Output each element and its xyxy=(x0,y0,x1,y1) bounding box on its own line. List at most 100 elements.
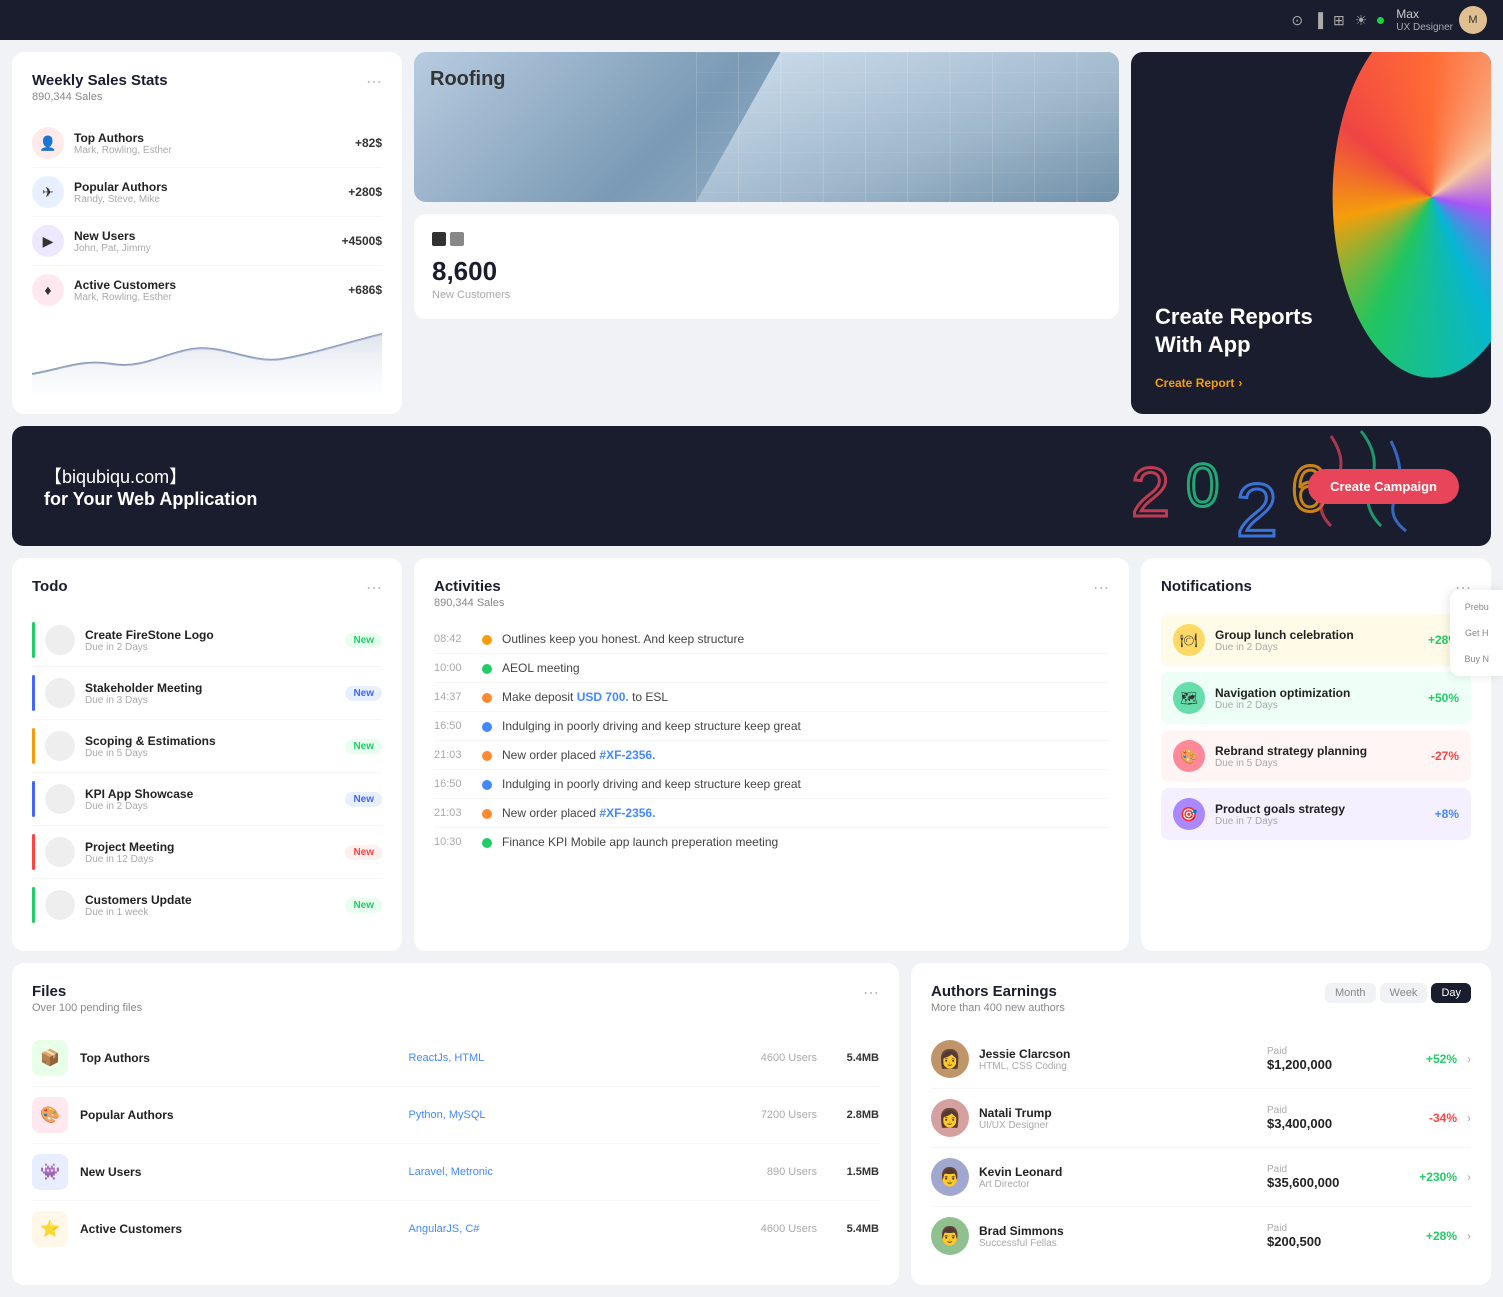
activity-dot xyxy=(482,838,492,848)
file-icon-active: ⭐ xyxy=(32,1211,68,1247)
todo-list: Create FireStone Logo Due in 2 Days New … xyxy=(32,614,382,931)
activities-title-group: Activities 890,344 Sales xyxy=(434,578,504,609)
activity-link[interactable]: #XF-2356. xyxy=(599,806,655,820)
grid-icon[interactable]: ⊞ xyxy=(1333,12,1345,29)
notif-value-product: +8% xyxy=(1435,807,1459,821)
new-customers-label: New Customers xyxy=(432,289,1101,301)
create-campaign-button[interactable]: Create Campaign xyxy=(1308,469,1459,504)
todo-badge: New xyxy=(345,686,382,701)
notif-info-navigation: Navigation optimization Due in 2 Days xyxy=(1215,686,1418,711)
activity-item: 10:30 Finance KPI Mobile app launch prep… xyxy=(434,828,1109,856)
todo-item-firestone: Create FireStone Logo Due in 2 Days New xyxy=(32,614,382,667)
activities-subtitle: 890,344 Sales xyxy=(434,597,504,609)
nc-color-blocks xyxy=(432,232,1101,246)
period-day-button[interactable]: Day xyxy=(1431,983,1471,1003)
new-users-name: New Users xyxy=(74,229,332,243)
todo-avatar xyxy=(45,890,75,920)
popular-authors-name: Popular Authors xyxy=(74,180,338,194)
todo-card: Todo ⋯ Create FireStone Logo Due in 2 Da… xyxy=(12,558,402,951)
active-customers-icon: ♦ xyxy=(32,274,64,306)
notif-info-lunch: Group lunch celebration Due in 2 Days xyxy=(1215,628,1418,653)
period-buttons: Month Week Day xyxy=(1325,983,1471,1003)
author-arrow-natali[interactable]: › xyxy=(1467,1111,1471,1125)
user-profile[interactable]: Max UX Designer M xyxy=(1396,6,1487,34)
authors-list: 👩 Jessie Clarcson HTML, CSS Coding Paid … xyxy=(931,1030,1471,1265)
todo-options-icon[interactable]: ⋯ xyxy=(366,578,382,598)
todo-badge: New xyxy=(345,792,382,807)
activity-link[interactable]: #XF-2356. xyxy=(599,748,655,762)
search-icon[interactable]: ⊙ xyxy=(1291,12,1303,29)
todo-avatar xyxy=(45,625,75,655)
sales-subtitle: 890,344 Sales xyxy=(32,91,168,103)
top-authors-value: +82$ xyxy=(355,136,382,150)
author-avatar-kevin: 👨 xyxy=(931,1158,969,1196)
files-list: 📦 Top Authors ReactJs, HTML 4600 Users 5… xyxy=(32,1030,879,1257)
todo-header: Todo ⋯ xyxy=(32,578,382,598)
sales-chart xyxy=(32,314,382,394)
side-panel-item-buyn[interactable]: Buy N xyxy=(1460,650,1493,668)
file-row-active-customers: ⭐ Active Customers AngularJS, C# 4600 Us… xyxy=(32,1201,879,1257)
active-customers-sub: Mark, Rowling, Esther xyxy=(74,292,338,303)
authors-title-group: Authors Earnings More than 400 new autho… xyxy=(931,983,1065,1014)
period-week-button[interactable]: Week xyxy=(1380,983,1428,1003)
author-row-kevin: 👨 Kevin Leonard Art Director Paid $35,60… xyxy=(931,1148,1471,1207)
notification-item-lunch: 🍽 Group lunch celebration Due in 2 Days … xyxy=(1161,614,1471,666)
todo-stripe xyxy=(32,834,35,870)
activity-item: 10:00 AEOL meeting xyxy=(434,654,1109,683)
author-arrow-kevin[interactable]: › xyxy=(1467,1170,1471,1184)
popular-authors-sub: Randy, Steve, Mike xyxy=(74,194,338,205)
todo-info: Stakeholder Meeting Due in 3 Days xyxy=(85,681,335,706)
activities-options-icon[interactable]: ⋯ xyxy=(1093,578,1109,598)
activity-dot xyxy=(482,809,492,819)
author-arrow-brad[interactable]: › xyxy=(1467,1229,1471,1243)
user-role: UX Designer xyxy=(1396,22,1453,33)
todo-avatar xyxy=(45,731,75,761)
avatar[interactable]: M xyxy=(1459,6,1487,34)
roofing-title: Roofing xyxy=(430,68,506,91)
todo-item-customers: Customers Update Due in 1 week New xyxy=(32,879,382,931)
author-row-jessie: 👩 Jessie Clarcson HTML, CSS Coding Paid … xyxy=(931,1030,1471,1089)
file-row-top-authors: 📦 Top Authors ReactJs, HTML 4600 Users 5… xyxy=(32,1030,879,1087)
new-users-info: New Users John, Pat, Jimmy xyxy=(74,229,332,254)
author-info-natali: Natali Trump UI/UX Designer xyxy=(979,1106,1257,1131)
todo-badge: New xyxy=(345,898,382,913)
file-row-new-users: 👾 New Users Laravel, Metronic 890 Users … xyxy=(32,1144,879,1201)
side-panel-item-prebu[interactable]: Prebu xyxy=(1460,598,1493,616)
bar-icon[interactable]: ▐ xyxy=(1313,12,1323,28)
new-users-icon: ▶ xyxy=(32,225,64,257)
todo-avatar xyxy=(45,678,75,708)
notifications-title: Notifications xyxy=(1161,578,1252,595)
file-icon-new-users: 👾 xyxy=(32,1154,68,1190)
todo-badge: New xyxy=(345,739,382,754)
nc-sq-dark xyxy=(432,232,446,246)
reports-title-line1: Create Reports xyxy=(1155,304,1313,329)
author-info-jessie: Jessie Clarcson HTML, CSS Coding xyxy=(979,1047,1257,1072)
sun-icon[interactable]: ☀ xyxy=(1355,12,1368,29)
author-avatar-natali: 👩 xyxy=(931,1099,969,1137)
activity-dot xyxy=(482,751,492,761)
user-name: Max xyxy=(1396,7,1453,21)
todo-stripe xyxy=(32,675,35,711)
sales-options-icon[interactable]: ⋯ xyxy=(366,72,382,92)
reports-title: Create Reports With App xyxy=(1155,303,1467,360)
authors-title: Authors Earnings xyxy=(931,983,1065,1000)
activities-list: 08:42 Outlines keep you honest. And keep… xyxy=(434,625,1109,856)
campaign-title: 【biqubiqu.com】 xyxy=(44,463,257,489)
svg-text:2: 2 xyxy=(1131,453,1170,531)
files-options-icon[interactable]: ⋯ xyxy=(863,983,879,1003)
activity-link[interactable]: USD 700. xyxy=(577,690,629,704)
todo-stripe xyxy=(32,781,35,817)
period-month-button[interactable]: Month xyxy=(1325,983,1376,1003)
activities-header: Activities 890,344 Sales ⋯ xyxy=(434,578,1109,609)
todo-info: KPI App Showcase Due in 2 Days xyxy=(85,787,335,812)
create-report-link[interactable]: Create Report › xyxy=(1155,376,1467,390)
nc-sq-mid xyxy=(450,232,464,246)
sales-title-group: Weekly Sales Stats 890,344 Sales xyxy=(32,72,168,103)
author-arrow-jessie[interactable]: › xyxy=(1467,1052,1471,1066)
files-card: Files Over 100 pending files ⋯ 📦 Top Aut… xyxy=(12,963,899,1285)
activity-dot xyxy=(482,693,492,703)
notif-info-product: Product goals strategy Due in 7 Days xyxy=(1215,802,1425,827)
sales-card-header: Weekly Sales Stats 890,344 Sales ⋯ xyxy=(32,72,382,103)
active-customers-value: +686$ xyxy=(348,283,382,297)
side-panel-item-geth[interactable]: Get H xyxy=(1460,624,1493,642)
